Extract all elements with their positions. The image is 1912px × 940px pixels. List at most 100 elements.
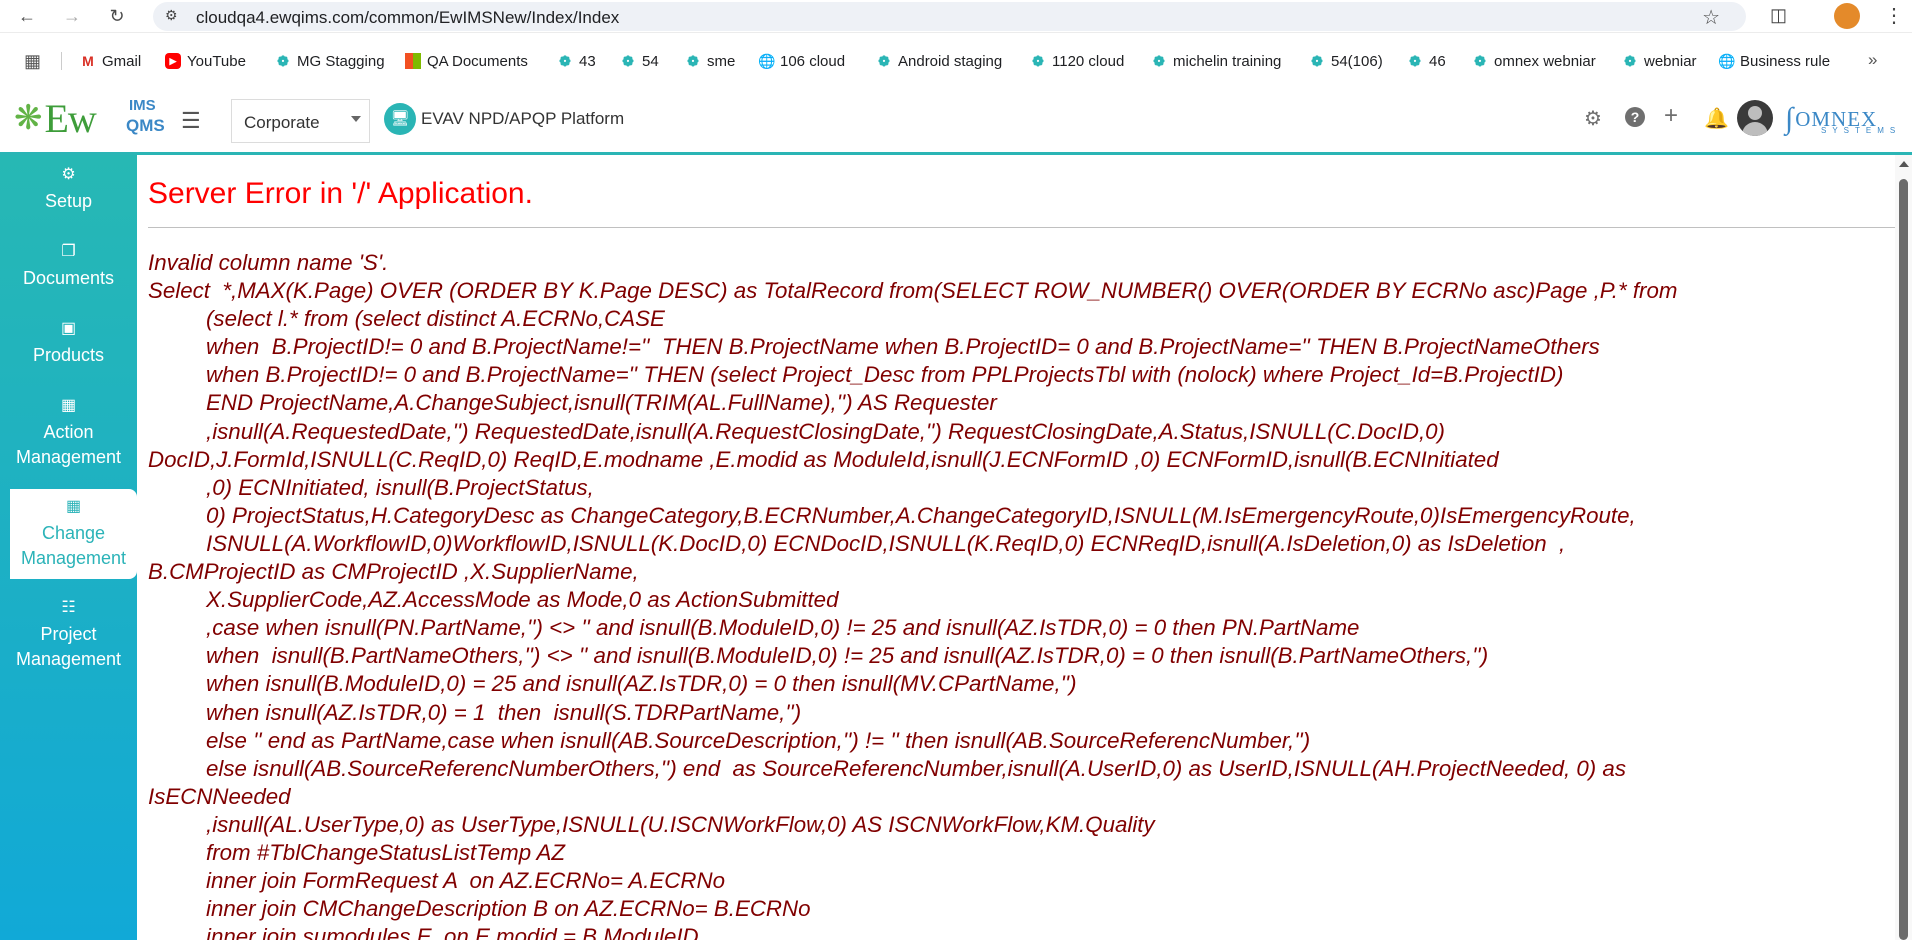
bookmark-46[interactable]: ❁ 46 xyxy=(1407,50,1446,72)
ewqims-icon: ❁ xyxy=(559,53,571,69)
ewqims-logo[interactable]: ❋ Ew IMS QMS xyxy=(14,95,165,141)
bookmark-label: omnex webniar xyxy=(1494,52,1596,70)
bookmark-label: 54(106) xyxy=(1331,52,1383,70)
bookmark-webniar[interactable]: ❁ webniar xyxy=(1622,50,1696,72)
bookmark-qa-documents[interactable]: QA Documents xyxy=(405,50,528,72)
youtube-icon: ▶ xyxy=(165,53,181,69)
logo-text: Ew xyxy=(44,95,97,141)
gmail-icon: M xyxy=(82,53,94,69)
error-line: when isnull(B.ModuleID,0) = 25 and isnul… xyxy=(206,671,1077,697)
more-bookmarks-icon[interactable]: » xyxy=(1868,50,1877,70)
error-message: Invalid column name 'S'. Select *,MAX(K.P… xyxy=(148,249,1895,940)
profile-avatar[interactable] xyxy=(1834,3,1860,29)
error-title: Server Error in '/' Application. xyxy=(148,177,533,210)
bell-icon[interactable]: 🔔 xyxy=(1704,106,1729,131)
platform-label[interactable]: EVAV NPD/APQP Platform xyxy=(421,109,624,129)
site-select-value: Corporate xyxy=(244,113,320,132)
sidebar-item-documents[interactable]: ❐ Documents xyxy=(0,242,137,291)
bookmarks-divider xyxy=(61,52,62,70)
bookmark-label: QA Documents xyxy=(427,52,528,70)
ewqims-icon: ❁ xyxy=(1153,53,1165,69)
ewqims-icon: ❁ xyxy=(622,53,634,69)
bookmark-106-cloud[interactable]: 🌐 106 cloud xyxy=(758,50,845,72)
globe-icon: 🌐 xyxy=(758,53,776,69)
extensions-icon[interactable]: ◫ xyxy=(1770,5,1787,26)
logo-qms: QMS xyxy=(126,116,165,135)
sidebar-item-project-management[interactable]: ☷ Project Management xyxy=(0,598,137,672)
error-divider xyxy=(148,227,1895,228)
plus-icon[interactable]: + xyxy=(1664,102,1678,130)
bookmark-label: 43 xyxy=(579,52,596,70)
content-area: Server Error in '/' Application. Invalid… xyxy=(137,155,1895,940)
help-icon[interactable]: ? xyxy=(1625,107,1645,127)
sidebar-item-label: Change Management xyxy=(20,523,127,568)
omnex-mark-icon: ∫ xyxy=(1785,102,1794,135)
sidebar-item-label: Project Management xyxy=(15,624,122,669)
chevron-down-icon xyxy=(351,116,361,122)
bookmark-mg-stagging[interactable]: ❁ MG Stagging xyxy=(275,50,385,72)
address-url[interactable]: cloudqa4.ewqims.com/common/EwIMSNew/Inde… xyxy=(196,8,619,28)
ewqims-icon: ❁ xyxy=(277,53,289,69)
bookmark-54[interactable]: ❁ 54 xyxy=(620,50,659,72)
sidebar-item-action-management[interactable]: ▦ Action Management xyxy=(0,396,137,470)
error-line: from #TblChangeStatusListTemp AZ xyxy=(206,839,565,865)
error-line: ,isnull(A.RequestedDate,'') RequestedDat… xyxy=(206,418,1445,444)
ewqims-icon: ❁ xyxy=(1409,53,1421,69)
bookmark-michelin-training[interactable]: ❁ michelin training xyxy=(1151,50,1281,72)
user-avatar[interactable] xyxy=(1737,100,1773,136)
bookmark-label: YouTube xyxy=(187,52,246,70)
scrollbar-thumb[interactable] xyxy=(1899,179,1908,940)
gear-icon[interactable]: ⚙ xyxy=(1584,106,1602,131)
sidebar-item-setup[interactable]: ⚙ Setup xyxy=(0,165,137,214)
bookmark-label: Android staging xyxy=(898,52,1003,70)
bookmark-star-icon[interactable]: ☆ xyxy=(1702,5,1720,30)
bookmark-gmail[interactable]: M Gmail xyxy=(80,50,141,72)
bookmark-1120-cloud[interactable]: ❁ 1120 cloud xyxy=(1030,50,1124,72)
scroll-up-icon[interactable] xyxy=(1899,161,1909,167)
sidebar-item-change-management[interactable]: ▦ Change Management xyxy=(10,489,137,579)
bookmark-label: michelin training xyxy=(1173,52,1282,70)
error-line: when isnull(AZ.IsTDR,0) = 1 then isnull(… xyxy=(206,699,802,725)
gears-icon: ⚙ xyxy=(61,166,76,183)
sidebar-item-products[interactable]: ▣ Products xyxy=(0,319,137,368)
sidebar-item-label: Action Management xyxy=(15,422,122,467)
monitor-icon[interactable]: 🖥 xyxy=(384,103,416,135)
microsoft-icon xyxy=(405,53,421,69)
ewqims-icon: ❁ xyxy=(687,53,699,69)
error-line: X.SupplierCode,AZ.AccessMode as Mode,0 a… xyxy=(206,587,839,613)
browser-menu-icon[interactable]: ⋮ xyxy=(1884,3,1904,28)
error-line: ,isnull(AL.UserType,0) as UserType,ISNUL… xyxy=(206,811,1155,837)
apps-grid-icon[interactable]: ▦ xyxy=(24,51,41,72)
site-select[interactable]: Corporate xyxy=(231,99,370,143)
bookmark-43[interactable]: ❁ 43 xyxy=(557,50,596,72)
bookmark-label: Business rule xyxy=(1740,52,1831,70)
error-line: ,0) ECNInitiated, isnull(B.ProjectStatus… xyxy=(206,474,594,500)
ewqims-icon: ❁ xyxy=(1624,53,1636,69)
bookmark-label: 46 xyxy=(1429,52,1446,70)
bookmark-android-staging[interactable]: ❁ Android staging xyxy=(876,50,1002,72)
bookmark-label: MG Stagging xyxy=(297,52,385,70)
products-icon: ▣ xyxy=(60,320,77,337)
hamburger-menu-icon[interactable]: ☰ xyxy=(181,108,201,134)
bookmark-business-rule[interactable]: 🌐 Business rule xyxy=(1718,50,1830,72)
error-line: when isnull(B.PartNameOthers,'') <> '' a… xyxy=(206,643,1489,669)
error-line: Select *,MAX(K.Page) OVER (ORDER BY K.Pa… xyxy=(148,278,1678,304)
back-arrow-icon[interactable]: ← xyxy=(15,4,39,28)
bookmark-omnex-webniar[interactable]: ❁ omnex webniar xyxy=(1472,50,1596,72)
error-line: END ProjectName,A.ChangeSubject,isnull(T… xyxy=(206,390,997,416)
bookmark-label: 54 xyxy=(642,52,659,70)
forward-arrow-icon[interactable]: → xyxy=(60,4,84,28)
ewqims-icon: ❁ xyxy=(1311,53,1323,69)
content-scrollbar[interactable] xyxy=(1895,155,1912,940)
reload-icon[interactable]: ↻ xyxy=(105,4,129,28)
site-settings-icon[interactable]: ⚙ xyxy=(165,7,178,24)
globe-icon: 🌐 xyxy=(1718,53,1736,69)
error-line: ISNULL(A.WorkflowID,0)WorkflowID,ISNULL(… xyxy=(206,530,1566,556)
address-bar[interactable]: ⚙ cloudqa4.ewqims.com/common/EwIMSNew/In… xyxy=(153,2,1746,31)
error-line: when B.ProjectID!= 0 and B.ProjectName!=… xyxy=(206,334,1600,360)
bookmark-sme[interactable]: ❁ sme xyxy=(685,50,735,72)
bookmark-54-106[interactable]: ❁ 54(106) xyxy=(1309,50,1383,72)
browser-toolbar: ← → ↻ ⚙ cloudqa4.ewqims.com/common/EwIMS… xyxy=(0,0,1912,33)
bookmark-youtube[interactable]: ▶ YouTube xyxy=(165,50,246,72)
bookmarks-bar: ▦ M Gmail ▶ YouTube ❁ MG Stagging QA Doc… xyxy=(0,44,1912,76)
